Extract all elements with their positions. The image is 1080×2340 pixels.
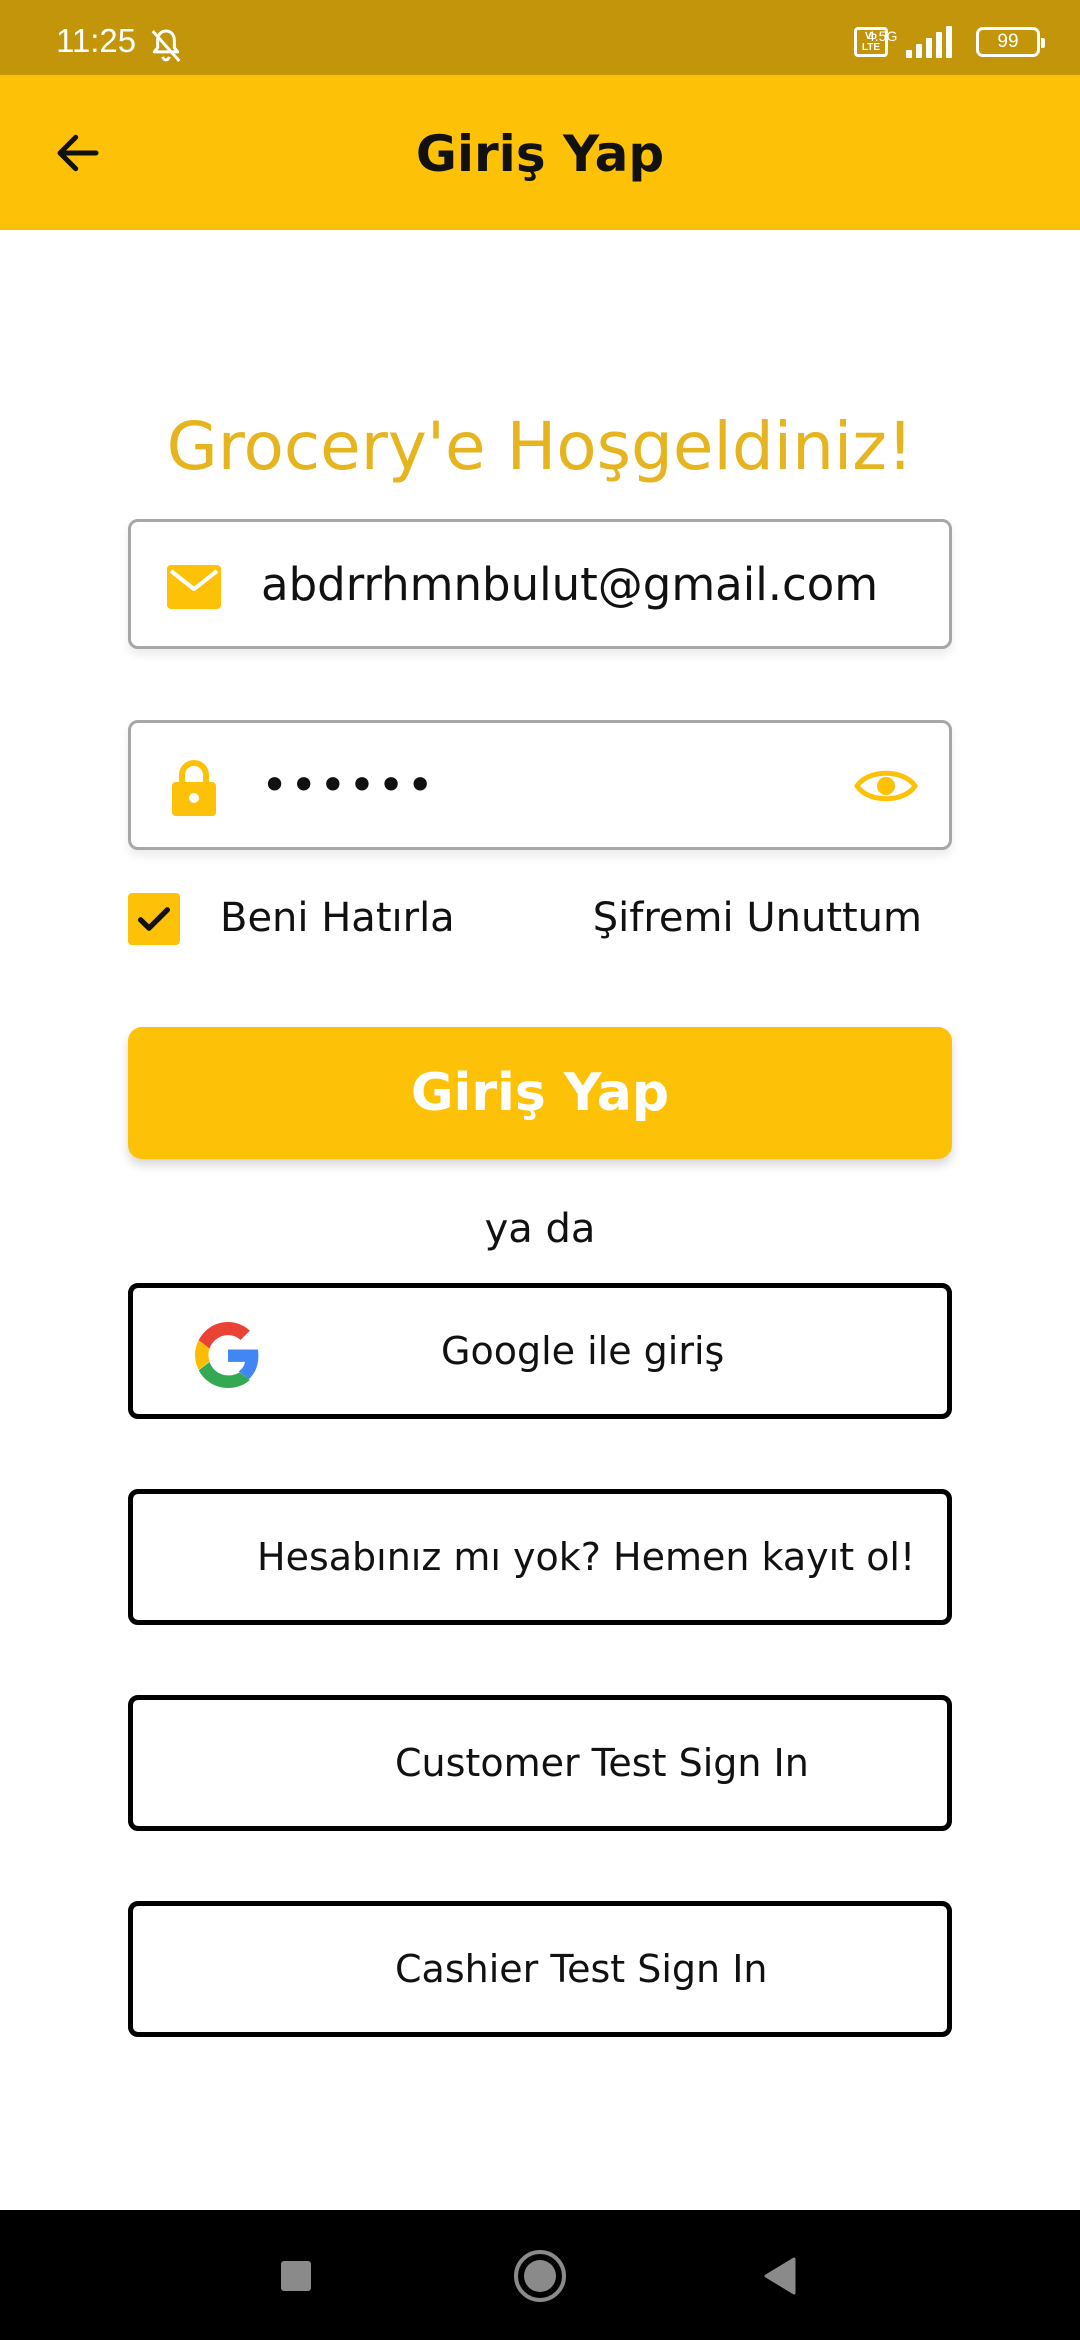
password-field[interactable]: •••••• [128,720,952,850]
forgot-password-link[interactable]: Şifremi Unuttum [593,895,922,941]
status-time: 11:25 [56,22,137,59]
email-field[interactable]: abdrrhmnbulut@gmail.com [128,519,952,649]
signal-icon [906,26,952,58]
remember-row: Beni Hatırla Şifremi Unuttum [128,893,952,949]
lock-icon [165,759,223,817]
status-icons: Vo LTE 99 [854,22,1045,62]
welcome-heading: Grocery'e Hoşgeldiniz! [166,408,914,485]
triangle-back-icon [764,2257,796,2295]
volte-icon: Vo LTE [854,27,888,57]
customer-test-label: Customer Test Sign In [395,1741,809,1785]
remember-checkbox[interactable] [128,893,180,945]
password-value[interactable]: •••••• [261,723,436,847]
register-button[interactable]: Hesabınız mı yok? Hemen kayıt ol! [128,1489,952,1625]
email-value[interactable]: abdrrhmnbulut@gmail.com [261,522,878,646]
cashier-test-label: Cashier Test Sign In [395,1947,768,1991]
google-signin-label: Google ile giriş [441,1329,725,1373]
app-bar: Giriş Yap [0,75,1080,230]
home-button[interactable] [510,2246,570,2306]
circle-icon [514,2250,566,2302]
square-icon [281,2261,311,2291]
register-label: Hesabınız mı yok? Hemen kayıt ol! [257,1535,916,1579]
check-icon [138,907,170,931]
battery-level: 99 [997,31,1019,52]
or-divider-text: ya da [484,1206,596,1252]
mail-icon [165,558,223,616]
system-back-button[interactable] [750,2246,810,2306]
google-signin-button[interactable]: Google ile giriş [128,1283,952,1419]
page-title: Giriş Yap [415,125,665,183]
customer-test-signin-button[interactable]: Customer Test Sign In [128,1695,952,1831]
eye-icon[interactable] [853,759,919,813]
google-icon [195,1322,259,1388]
login-button[interactable]: Giriş Yap [128,1027,952,1159]
system-nav-bar [0,2210,1080,2340]
cashier-test-signin-button[interactable]: Cashier Test Sign In [128,1901,952,2037]
status-bar: 11:25 4.5G Vo LTE 99 [0,0,1080,75]
bell-off-icon [151,29,181,62]
remember-label[interactable]: Beni Hatırla [220,895,455,941]
recent-apps-button[interactable] [266,2246,326,2306]
battery-icon: 99 [976,27,1045,57]
